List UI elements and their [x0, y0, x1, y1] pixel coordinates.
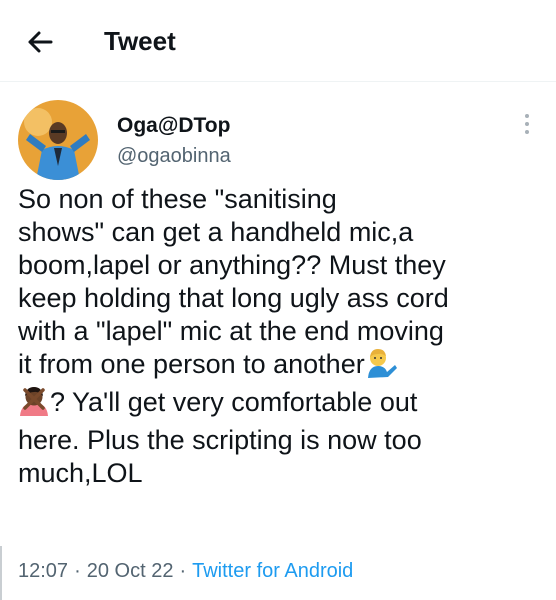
top-bar: Tweet [0, 0, 556, 82]
avatar[interactable] [18, 100, 98, 180]
more-vertical-icon [525, 114, 529, 134]
tweet-line-with-emoji: ? Ya'll get very comfortable out [18, 386, 548, 424]
tweet-line: boom,lapel or anything?? Must they [18, 250, 446, 280]
scroll-edge-divider [0, 546, 2, 600]
arrow-left-icon [28, 31, 53, 53]
back-button[interactable] [22, 24, 58, 60]
meta-separator: · [179, 560, 187, 582]
tweet-line: shows" can get a handheld mic,a [18, 217, 414, 247]
tweet-date: 20 Oct 22 [86, 560, 174, 582]
tweet-text: So non of these "sanitising shows" can g… [18, 183, 548, 490]
author-display-name[interactable]: Oga@DTop [117, 113, 230, 139]
page-title: Tweet [104, 26, 176, 56]
meta-separator: · [74, 560, 81, 582]
tweet-line: keep holding that long ugly ass cord [18, 283, 449, 313]
man-tipping-hand-emoji [365, 348, 397, 386]
author-handle: @ogaobinna [117, 145, 231, 167]
tweet-line-with-emoji: it from one person to another [18, 348, 548, 386]
person-gesturing-no-emoji [18, 386, 50, 424]
tweet-line: So non of these "sanitising [18, 184, 337, 214]
tweet-line: much,LOL [18, 458, 143, 488]
more-options-button[interactable] [517, 110, 537, 138]
tweet-time: 12:07 [18, 560, 69, 582]
tweet-source-link[interactable]: Twitter for Android [192, 560, 353, 582]
tweet-line: with a "lapel" mic at the end moving [18, 316, 444, 346]
tweet-meta: 12:07 · 20 Oct 22 · Twitter for Android [18, 558, 353, 584]
tweet-line: here. Plus the scripting is now too [18, 425, 422, 455]
tweet-line-text: it from one person to another [18, 349, 365, 379]
tweet-line-text: ? Ya'll get very comfortable out [50, 387, 418, 417]
